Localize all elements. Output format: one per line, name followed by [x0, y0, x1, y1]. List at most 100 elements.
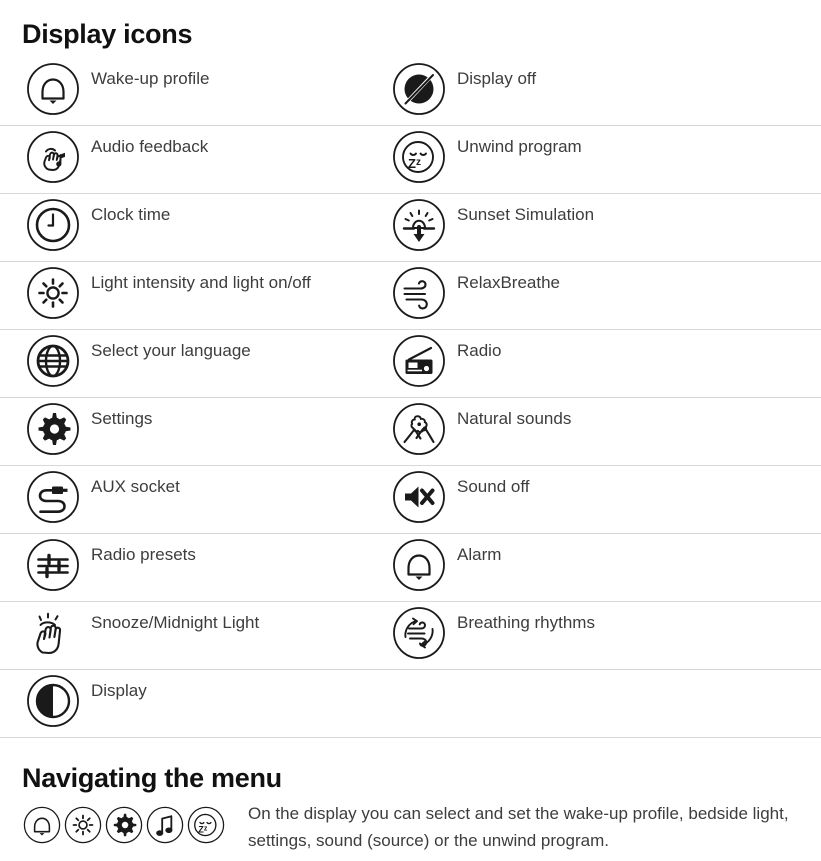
- icon-row-label: Radio: [457, 340, 502, 360]
- icon-table-cell-right: Breathing rhythms: [386, 601, 821, 670]
- icon-table-cell-right: Natural sounds: [386, 397, 821, 466]
- icon-row-natural-sounds: Natural sounds: [386, 398, 821, 465]
- icon-row-label: Display: [91, 680, 147, 700]
- natural-sounds-icon: [392, 402, 446, 456]
- unwind-program-icon: Zz: [392, 130, 446, 184]
- icon-table-cell-left: Select your language: [0, 329, 386, 398]
- icon-row-gear: Settings: [0, 398, 386, 465]
- bell-icon: [22, 805, 62, 845]
- gear-icon: [26, 402, 80, 456]
- icon-row-radio: Radio: [386, 330, 821, 397]
- icon-table-cell-left: Snooze/Midnight Light: [0, 601, 386, 670]
- snooze-hand-icon: [26, 606, 80, 660]
- navigating-icon-strip: Zz: [0, 799, 226, 845]
- table-row: Select your language Radio: [0, 329, 821, 398]
- icon-row-label: Alarm: [457, 544, 502, 564]
- icon-table-cell-left: Clock time: [0, 193, 386, 262]
- icon-row-label: Clock time: [91, 204, 171, 224]
- icon-row-label: Display off: [457, 68, 537, 88]
- icon-row-bell: Wake-up profile: [0, 58, 386, 125]
- icon-table-cell-right: Radio: [386, 329, 821, 398]
- alarm-bell-icon: [392, 538, 446, 592]
- icon-row-aux-socket: AUX socket: [0, 466, 386, 533]
- icon-table-cell-left: Radio presets: [0, 533, 386, 602]
- clock-icon: [26, 198, 80, 252]
- icon-row-label: Unwind program: [457, 136, 582, 156]
- icon-row-label: Natural sounds: [457, 408, 572, 428]
- icon-row-label: RelaxBreathe: [457, 272, 561, 292]
- icon-table-cell-right: RelaxBreathe: [386, 261, 821, 330]
- sound-off-icon: [392, 470, 446, 524]
- icon-table-cell-left: Display: [0, 669, 386, 738]
- svg-text:z: z: [416, 157, 421, 168]
- icon-row-sunset-simulation: Sunset Simulation: [386, 194, 821, 261]
- aux-socket-icon: [26, 470, 80, 524]
- icon-table-cell-left: Audio feedback: [0, 125, 386, 194]
- relax-breathe-icon: [392, 266, 446, 320]
- icon-row-breathing-rhythms: Breathing rhythms: [386, 602, 821, 669]
- table-row: Audio feedback Zz Unwind program: [0, 125, 821, 194]
- icon-row-label: Light intensity and light on/off: [91, 272, 311, 292]
- radio-icon: [392, 334, 446, 388]
- svg-text:z: z: [204, 826, 208, 833]
- table-row: Radio presets Alarm: [0, 533, 821, 602]
- icon-row-display-contrast: Display: [0, 670, 386, 737]
- icon-table-cell-right: Sunset Simulation: [386, 193, 821, 262]
- icon-row-clock: Clock time: [0, 194, 386, 261]
- page-root: Display icons Wake-up profile Display off…: [0, 0, 821, 861]
- icon-row-label: Sunset Simulation: [457, 204, 595, 224]
- icon-row-label: Select your language: [91, 340, 251, 360]
- navigating-the-menu-section: Navigating the menu Zz On the display yo…: [0, 762, 821, 854]
- table-row: Wake-up profile Display off: [0, 57, 821, 126]
- icon-table-cell-right: Zz Unwind program: [386, 125, 821, 194]
- display-icons-table: Wake-up profile Display off Audio feedback…: [0, 57, 821, 738]
- icon-row-label: Sound off: [457, 476, 530, 496]
- icon-row-label: AUX socket: [91, 476, 180, 496]
- icon-table-cell-right: [386, 669, 821, 738]
- icon-table-cell-right: Display off: [386, 57, 821, 126]
- icon-table-cell-left: Settings: [0, 397, 386, 466]
- icon-row-label: Breathing rhythms: [457, 612, 595, 632]
- navigating-description: On the display you can select and set th…: [248, 804, 789, 850]
- gear-icon: [104, 805, 144, 845]
- page-title: Display icons: [22, 19, 193, 49]
- icon-row-sound-off: Sound off: [386, 466, 821, 533]
- icon-row-label: Settings: [91, 408, 153, 428]
- icon-row-light-intensity: Light intensity and light on/off: [0, 262, 386, 329]
- music-note-icon: [145, 805, 185, 845]
- icon-row-unwind-program: Zz Unwind program: [386, 126, 821, 193]
- icon-row-globe: Select your language: [0, 330, 386, 397]
- unwind-program-icon: Zz: [186, 805, 226, 845]
- breathing-rhythms-icon: [392, 606, 446, 660]
- icon-table-cell-right: Sound off: [386, 465, 821, 534]
- bell-icon: [26, 62, 80, 116]
- display-contrast-icon: [26, 674, 80, 728]
- icon-row-label: Audio feedback: [91, 136, 209, 156]
- sunset-simulation-icon: [392, 198, 446, 252]
- table-row: Display: [0, 669, 821, 738]
- globe-icon: [26, 334, 80, 388]
- display-off-icon: [392, 62, 446, 116]
- light-intensity-icon: [63, 805, 103, 845]
- icon-row-audio-feedback: Audio feedback: [0, 126, 386, 193]
- icon-row-radio-presets: Radio presets: [0, 534, 386, 601]
- icon-row-display-off: Display off: [386, 58, 821, 125]
- svg-text:Z: Z: [408, 156, 416, 171]
- audio-feedback-icon: [26, 130, 80, 184]
- table-row: Snooze/Midnight Light Breathing rhythms: [0, 601, 821, 670]
- icon-table-cell-left: Light intensity and light on/off: [0, 261, 386, 330]
- icon-table-cell-right: Alarm: [386, 533, 821, 602]
- icon-row-snooze-hand: Snooze/Midnight Light: [0, 602, 386, 669]
- icon-row-label: Radio presets: [91, 544, 196, 564]
- radio-presets-icon: [26, 538, 80, 592]
- table-row: Light intensity and light on/off RelaxBre…: [0, 261, 821, 330]
- icon-row-label: Snooze/Midnight Light: [91, 612, 260, 632]
- table-row: AUX socket Sound off: [0, 465, 821, 534]
- navigating-title: Navigating the menu: [22, 762, 282, 793]
- icon-table-cell-left: AUX socket: [0, 465, 386, 534]
- icon-table-cell-left: Wake-up profile: [0, 57, 386, 126]
- table-row: Settings Natural sounds: [0, 397, 821, 466]
- icon-row-relax-breathe: RelaxBreathe: [386, 262, 821, 329]
- light-intensity-icon: [26, 266, 80, 320]
- icon-row-label: Wake-up profile: [91, 68, 210, 88]
